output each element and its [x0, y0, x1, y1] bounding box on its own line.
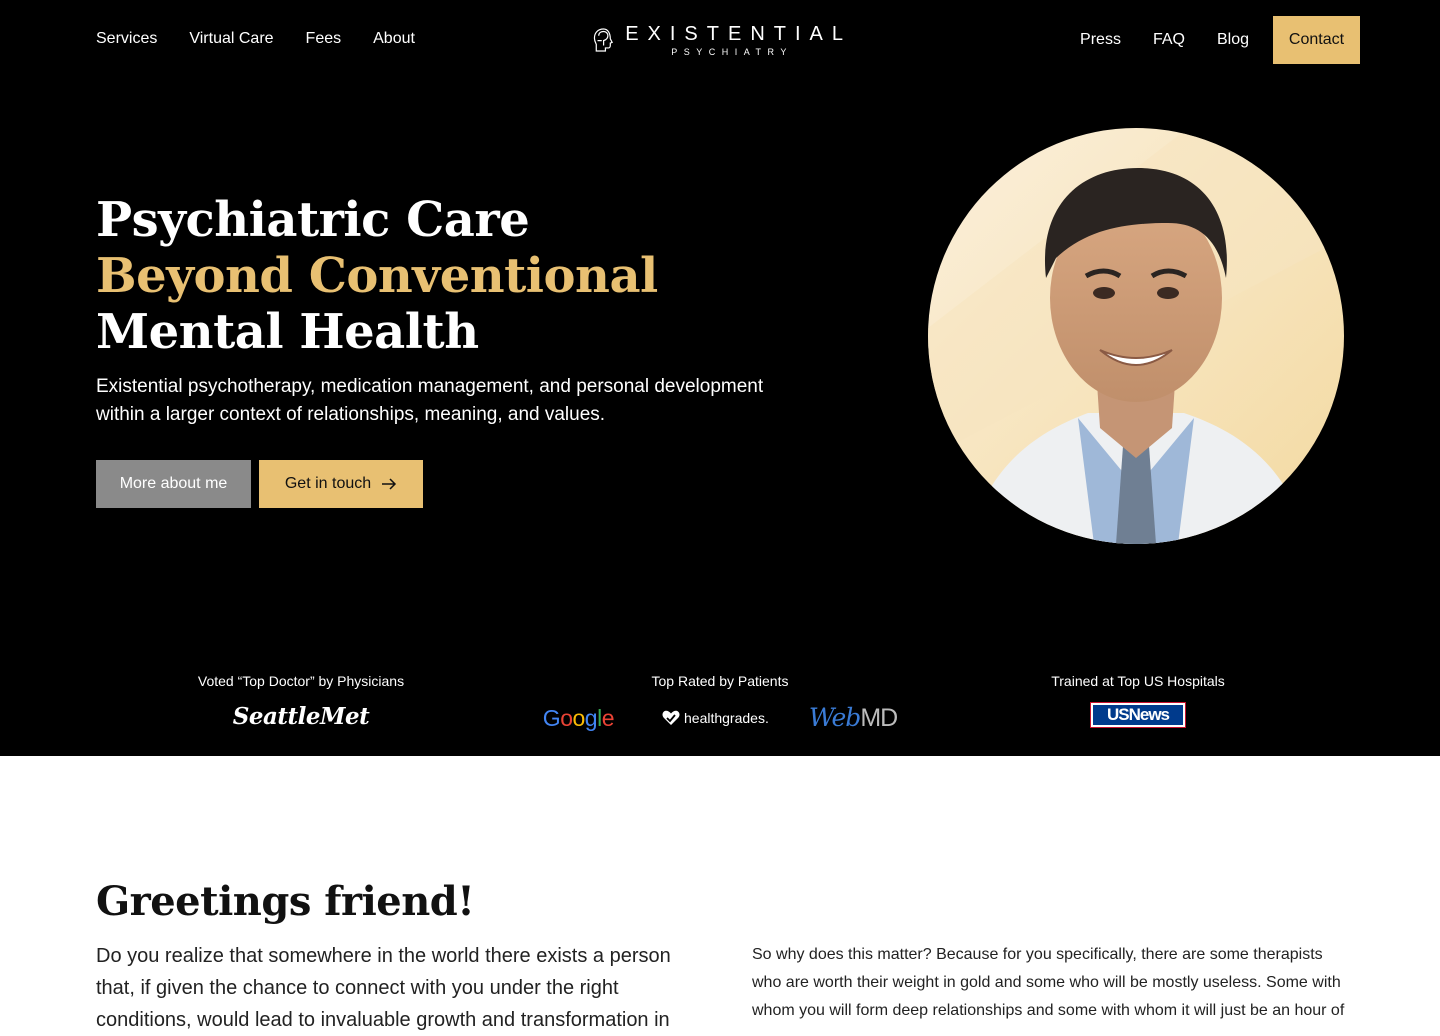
headline-line-1: Psychiatric Care [96, 192, 530, 248]
webmd-web: Web [808, 703, 861, 732]
credential-logos-3: USNews [990, 702, 1286, 728]
credential-logos-1: SeattleMet [150, 703, 452, 730]
contact-button[interactable]: Contact [1273, 16, 1360, 64]
logo-sub-text: PSYCHIATRY [671, 46, 793, 57]
nav-right: Press FAQ Blog Contact [1080, 16, 1360, 64]
nav-link-about[interactable]: About [373, 30, 415, 48]
hero-subtext: Existential psychotherapy, medication ma… [96, 376, 764, 425]
healthgrades-text: healthgrades. [684, 710, 769, 726]
site-logo[interactable]: EXISTENTIAL PSYCHIATRY [592, 18, 852, 62]
credential-label-1: Voted “Top Doctor” by Physicians [197, 673, 405, 689]
doctor-portrait [928, 128, 1344, 544]
arrow-right-icon [382, 478, 397, 490]
hero-buttons: More about me Get in touch [96, 460, 423, 508]
credential-trained: Trained at Top US Hospitals USNews [990, 673, 1286, 728]
healthgrades-logo: healthgrades. [662, 710, 769, 726]
credential-top-rated: Top Rated by Patients Google healthgrade… [540, 673, 900, 733]
logo-wordmark: EXISTENTIAL PSYCHIATRY [625, 24, 852, 57]
nav-link-press[interactable]: Press [1080, 31, 1121, 49]
webmd-md: MD [860, 704, 898, 732]
intro-right-paragraph: So why does this matter? Because for you… [752, 946, 1345, 1019]
doctor-portrait-illustration [928, 128, 1344, 544]
top-nav: Services Virtual Care Fees About EXISTEN… [0, 0, 1440, 80]
credential-top-doctor: Voted “Top Doctor” by Physicians Seattle… [150, 673, 452, 730]
headline-line-3: Mental Health [96, 304, 479, 360]
usnews-logo: USNews [1090, 702, 1186, 728]
nav-link-faq[interactable]: FAQ [1153, 31, 1185, 49]
head-profile-icon [593, 28, 613, 52]
nav-link-services[interactable]: Services [96, 30, 157, 48]
credential-label-3: Trained at Top US Hospitals [1051, 673, 1225, 689]
intro-left-paragraph: Do you realize that somewhere in the wor… [96, 945, 671, 1031]
more-about-me-label: More about me [119, 475, 228, 492]
greeting-heading: Greetings friend! [96, 878, 475, 925]
google-logo: Google [542, 704, 615, 731]
credential-label-2: Top Rated by Patients [651, 673, 789, 689]
get-in-touch-button[interactable]: Get in touch [259, 460, 423, 508]
nav-link-blog[interactable]: Blog [1217, 31, 1249, 49]
nav-link-virtual-care[interactable]: Virtual Care [189, 30, 273, 48]
more-about-me-button[interactable]: More about me [96, 460, 251, 508]
heart-check-icon [662, 710, 680, 725]
hero-headline: Psychiatric Care Beyond Conventional Men… [96, 192, 658, 360]
logo-main-text: EXISTENTIAL [625, 22, 852, 45]
nav-link-fees[interactable]: Fees [306, 30, 342, 48]
hero-section: Services Virtual Care Fees About EXISTEN… [0, 0, 1440, 756]
nav-left: Services Virtual Care Fees About [96, 30, 415, 48]
credential-logos-2: Google healthgrades. WebMD [540, 703, 900, 733]
get-in-touch-label: Get in touch [284, 475, 372, 492]
headline-line-2: Beyond Conventional [96, 248, 658, 304]
webmd-logo: WebMD [808, 703, 898, 733]
seattlemet-logo: SeattleMet [232, 703, 370, 730]
